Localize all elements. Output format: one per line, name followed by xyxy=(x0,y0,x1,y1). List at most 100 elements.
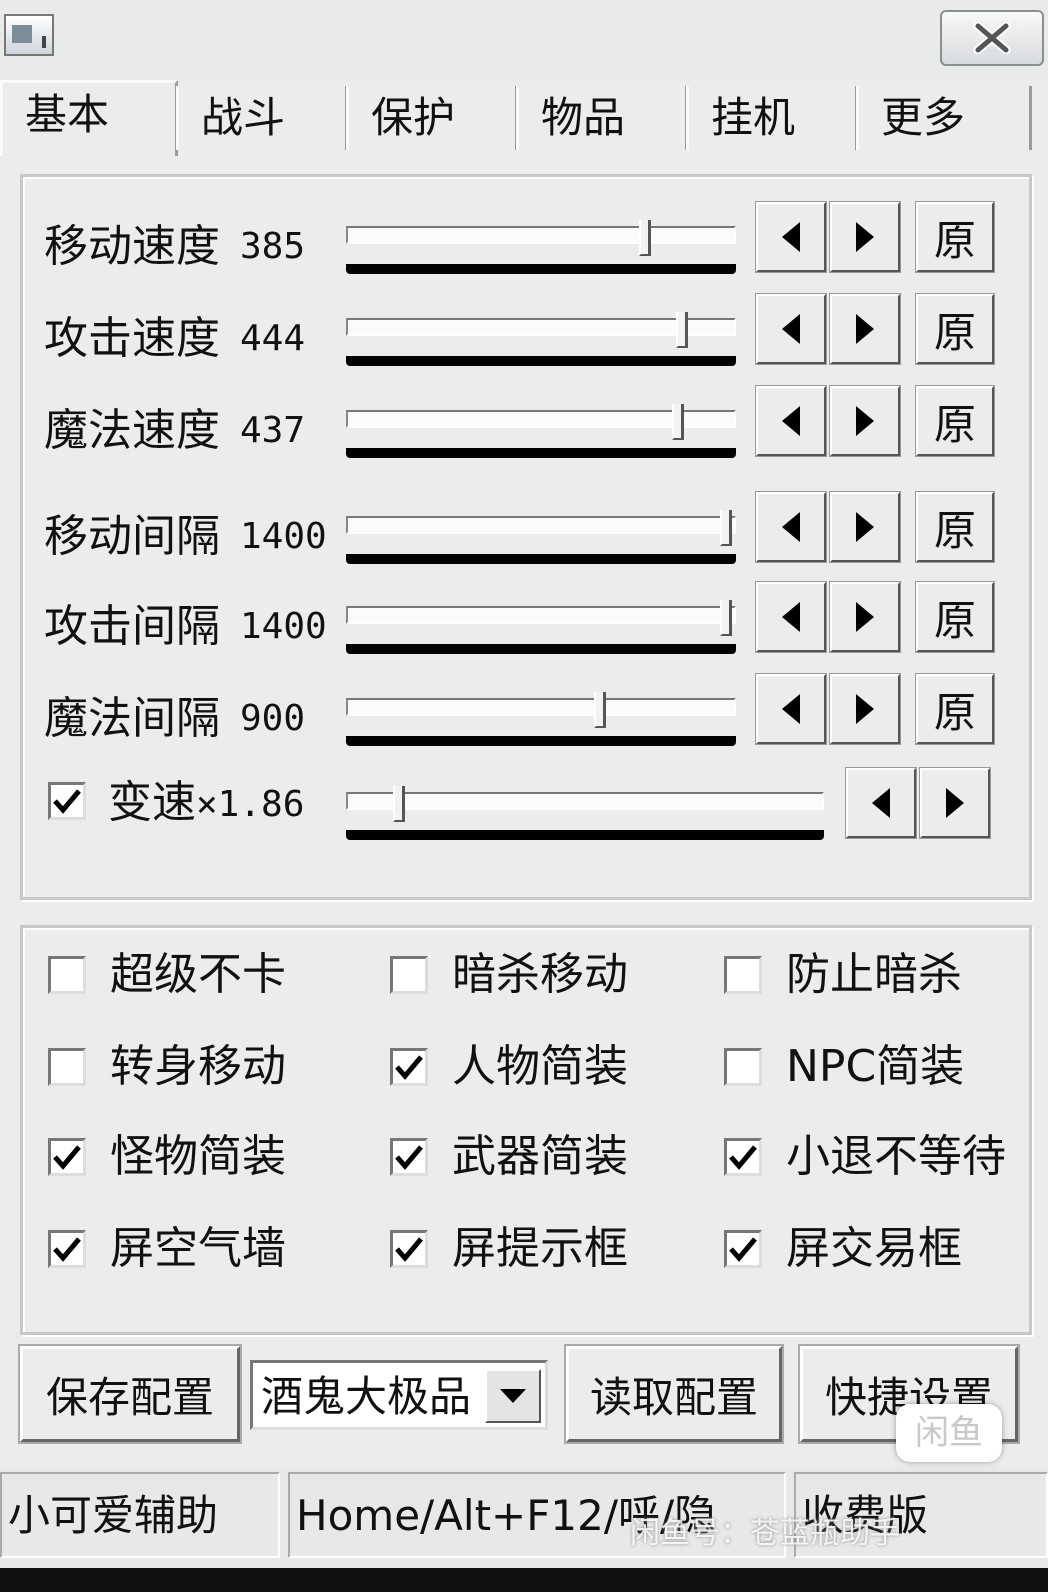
right-arrow-icon xyxy=(856,602,874,632)
checkmark-icon xyxy=(395,1145,423,1170)
option-checkbox-0[interactable] xyxy=(48,956,86,994)
slider-2-value: 437 xyxy=(240,410,306,451)
speed-multiplier-checkbox[interactable] xyxy=(48,782,86,820)
tab-protect[interactable]: 保护 xyxy=(346,86,518,150)
slider-3-decrease-button[interactable] xyxy=(755,491,827,563)
right-arrow-icon xyxy=(856,314,874,344)
option-checkbox-5[interactable] xyxy=(724,1048,762,1086)
option-label-2: 防止暗杀 xyxy=(786,949,962,1000)
title-bar xyxy=(0,0,1048,78)
slider-2-increase-button[interactable] xyxy=(829,385,901,457)
option-label-11: 屏交易框 xyxy=(786,1223,962,1274)
slider-0-decrease-button[interactable] xyxy=(755,201,827,273)
checkmark-icon xyxy=(53,1237,81,1262)
slider-1-label: 攻击速度 xyxy=(44,313,220,364)
load-config-button[interactable]: 读取配置 xyxy=(564,1344,784,1444)
speed-multiplier-decrease-button[interactable] xyxy=(845,767,917,839)
slider-5-decrease-button[interactable] xyxy=(755,673,827,745)
tab-items[interactable]: 物品 xyxy=(516,86,688,150)
option-checkbox-8[interactable] xyxy=(724,1138,762,1176)
slider-5-reset-button[interactable]: 原 xyxy=(915,673,995,745)
slider-2-thumb[interactable] xyxy=(671,404,684,440)
option-checkbox-10[interactable] xyxy=(390,1230,428,1268)
option-label-6: 怪物简装 xyxy=(110,1131,286,1182)
checkmark-icon xyxy=(395,1237,423,1262)
checkmark-icon xyxy=(53,789,81,814)
right-arrow-icon xyxy=(946,788,964,818)
watermark-text: 闲鱼号：苍蓝瓶助手 xyxy=(630,1516,900,1551)
slider-4-thumb[interactable] xyxy=(720,600,732,636)
slider-3-increase-button[interactable] xyxy=(829,491,901,563)
slider-2-label: 魔法速度 xyxy=(44,405,220,456)
slider-1-reset-button[interactable]: 原 xyxy=(915,293,995,365)
profile-select-value: 酒鬼大极品 xyxy=(261,1372,472,1421)
slider-1-thumb[interactable] xyxy=(675,312,688,348)
slider-2-decrease-button[interactable] xyxy=(755,385,827,457)
left-arrow-icon xyxy=(782,314,800,344)
speed-multiplier-thumb[interactable] xyxy=(393,786,405,822)
speed-multiplier-label: 变速 xyxy=(108,777,196,828)
slider-1-value: 444 xyxy=(240,318,306,359)
right-arrow-icon xyxy=(856,222,874,252)
slider-4-reset-button[interactable]: 原 xyxy=(915,581,995,653)
dropdown-button[interactable] xyxy=(485,1369,541,1423)
option-checkbox-2[interactable] xyxy=(724,956,762,994)
slider-0-increase-button[interactable] xyxy=(829,201,901,273)
left-arrow-icon xyxy=(782,512,800,542)
slider-1-increase-button[interactable] xyxy=(829,293,901,365)
option-checkbox-11[interactable] xyxy=(724,1230,762,1268)
option-label-5: NPC简装 xyxy=(786,1041,965,1092)
slider-5-label: 魔法间隔 xyxy=(44,693,220,744)
slider-5-increase-button[interactable] xyxy=(829,673,901,745)
slider-4-value: 1400 xyxy=(240,606,327,647)
slider-4-decrease-button[interactable] xyxy=(755,581,827,653)
slider-3-track[interactable] xyxy=(346,516,736,534)
save-config-button[interactable]: 保存配置 xyxy=(18,1344,242,1444)
slider-3-value: 1400 xyxy=(240,516,327,557)
slider-4-track[interactable] xyxy=(346,606,736,624)
left-arrow-icon xyxy=(782,406,800,436)
close-button[interactable] xyxy=(940,10,1044,66)
slider-0-reset-button[interactable]: 原 xyxy=(915,201,995,273)
option-label-7: 武器简装 xyxy=(452,1131,628,1182)
tab-afk[interactable]: 挂机 xyxy=(686,86,858,150)
option-checkbox-6[interactable] xyxy=(48,1138,86,1176)
close-icon xyxy=(973,22,1011,54)
slider-1-decrease-button[interactable] xyxy=(755,293,827,365)
option-label-10: 屏提示框 xyxy=(452,1223,628,1274)
tab-more[interactable]: 更多 xyxy=(856,86,1032,150)
option-checkbox-7[interactable] xyxy=(390,1138,428,1176)
left-arrow-icon xyxy=(782,602,800,632)
slider-3-thumb[interactable] xyxy=(720,510,732,546)
right-arrow-icon xyxy=(856,694,874,724)
slider-4-increase-button[interactable] xyxy=(829,581,901,653)
left-arrow-icon xyxy=(872,788,890,818)
option-label-0: 超级不卡 xyxy=(110,949,286,1000)
app-icon xyxy=(4,14,54,56)
slider-3-label: 移动间隔 xyxy=(44,511,220,562)
option-checkbox-4[interactable] xyxy=(390,1048,428,1086)
slider-0-thumb[interactable] xyxy=(638,220,651,256)
option-checkbox-3[interactable] xyxy=(48,1048,86,1086)
slider-0-label: 移动速度 xyxy=(44,221,220,272)
slider-5-value: 900 xyxy=(240,698,306,739)
option-checkbox-9[interactable] xyxy=(48,1230,86,1268)
profile-select[interactable]: 酒鬼大极品 xyxy=(250,1360,548,1430)
option-checkbox-1[interactable] xyxy=(390,956,428,994)
speed-multiplier-track[interactable] xyxy=(346,792,824,810)
slider-5-track[interactable] xyxy=(346,698,736,716)
status-app-name: 小可爱辅助 xyxy=(0,1472,280,1558)
speed-multiplier-increase-button[interactable] xyxy=(919,767,991,839)
slider-5-thumb[interactable] xyxy=(594,692,607,728)
left-arrow-icon xyxy=(782,694,800,724)
option-label-9: 屏空气墙 xyxy=(110,1223,286,1274)
left-arrow-icon xyxy=(782,222,800,252)
chevron-down-icon xyxy=(500,1389,526,1403)
slider-3-reset-button[interactable]: 原 xyxy=(915,491,995,563)
slider-0-value: 385 xyxy=(240,226,306,267)
tab-combat[interactable]: 战斗 xyxy=(176,86,348,150)
checkmark-icon xyxy=(729,1237,757,1262)
tab-basic[interactable]: 基本 xyxy=(0,80,178,156)
slider-0-track[interactable] xyxy=(346,226,736,244)
slider-2-reset-button[interactable]: 原 xyxy=(915,385,995,457)
